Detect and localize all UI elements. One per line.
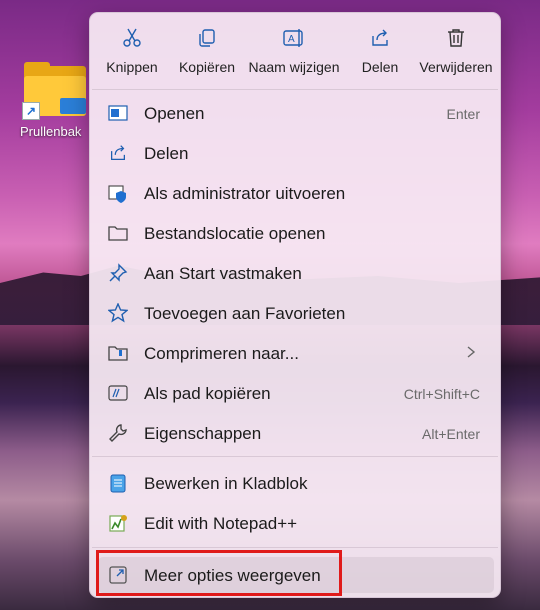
share-label: Delen [361,59,399,75]
pin-icon [109,263,128,282]
context-toolbar: Knippen Kopiëren A Naam wijzigen Delen V… [90,13,500,93]
shortcut-arrow-icon: ↗ [22,102,40,120]
separator [92,456,498,457]
menu-item-properties[interactable]: Eigenschappen Alt+Enter [98,415,494,451]
menu-item-label: Als administrator uitvoeren [144,184,346,203]
copy-label: Kopiëren [178,59,236,75]
copy-path-icon [108,385,128,401]
menu-item-label: Bewerken in Kladblok [144,474,308,493]
notepadpp-icon [109,515,127,532]
menu-item-run-as-admin[interactable]: Als administrator uitvoeren [98,175,494,211]
menu-item-label: Delen [144,144,189,163]
rename-button[interactable]: A Naam wijzigen [242,21,346,87]
menu-item-copy-as-path[interactable]: Als pad kopiëren Ctrl+Shift+C [98,375,494,411]
cut-label: Knippen [106,59,158,75]
menu-item-label: Aan Start vastmaken [144,264,302,283]
context-menu: Knippen Kopiëren A Naam wijzigen Delen V… [89,12,501,598]
wrench-icon [109,424,127,442]
shortcut-text: Alt+Enter [422,426,480,442]
menu-item-label: Als pad kopiëren [144,384,271,403]
menu-item-pin-to-start[interactable]: Aan Start vastmaken [98,255,494,291]
shortcut-text: Enter [446,106,480,122]
folder-icon [108,226,128,241]
trash-icon [448,29,464,47]
star-icon [108,303,128,323]
menu-item-label: Openen [144,104,205,123]
menu-item-compress-to[interactable]: Comprimeren naar... [98,335,494,371]
shortcut-text: Ctrl+Shift+C [403,386,480,402]
menu-item-edit-with-notepadpp[interactable]: Edit with Notepad++ [98,505,494,541]
rename-label: Naam wijzigen [248,59,340,75]
menu-item-label: Eigenschappen [144,424,262,443]
menu-item-label: Toevoegen aan Favorieten [144,304,346,323]
menu-item-label: Edit with Notepad++ [144,514,298,533]
scissors-icon [123,28,141,47]
menu-item-add-to-favorites[interactable]: Toevoegen aan Favorieten [98,295,494,331]
chevron-right-icon [467,346,476,358]
zip-icon [108,346,128,361]
shield-icon [108,185,126,203]
highlight-annotation-box [96,550,342,596]
separator [92,89,498,90]
desktop-icon-recycle-shortcut[interactable]: ↗ Prullenbak [14,62,94,139]
open-icon [108,105,128,121]
copy-icon [199,29,215,47]
share-icon [111,145,125,160]
menu-item-openen[interactable]: Openen Enter [98,95,494,131]
share-button[interactable]: Delen [354,21,406,87]
menu-item-label: Comprimeren naar... [144,344,299,363]
copy-button[interactable]: Kopiëren [174,21,240,87]
folder-icon: ↗ [22,62,86,120]
delete-label: Verwijderen [419,59,493,75]
menu-item-open-file-location[interactable]: Bestandslocatie openen [98,215,494,251]
notepad-icon [110,474,126,493]
desktop-icon-label: Prullenbak [20,124,82,139]
menu-item-edit-in-notepad[interactable]: Bewerken in Kladblok [98,465,494,501]
rename-icon: A [283,29,303,47]
menu-item-label: Bestandslocatie openen [144,224,326,243]
share-icon [372,29,388,46]
delete-button[interactable]: Verwijderen [416,21,496,87]
cut-button[interactable]: Knippen [102,21,162,87]
separator [92,547,498,548]
svg-text:A: A [288,34,295,45]
menu-item-delen[interactable]: Delen [98,135,494,171]
